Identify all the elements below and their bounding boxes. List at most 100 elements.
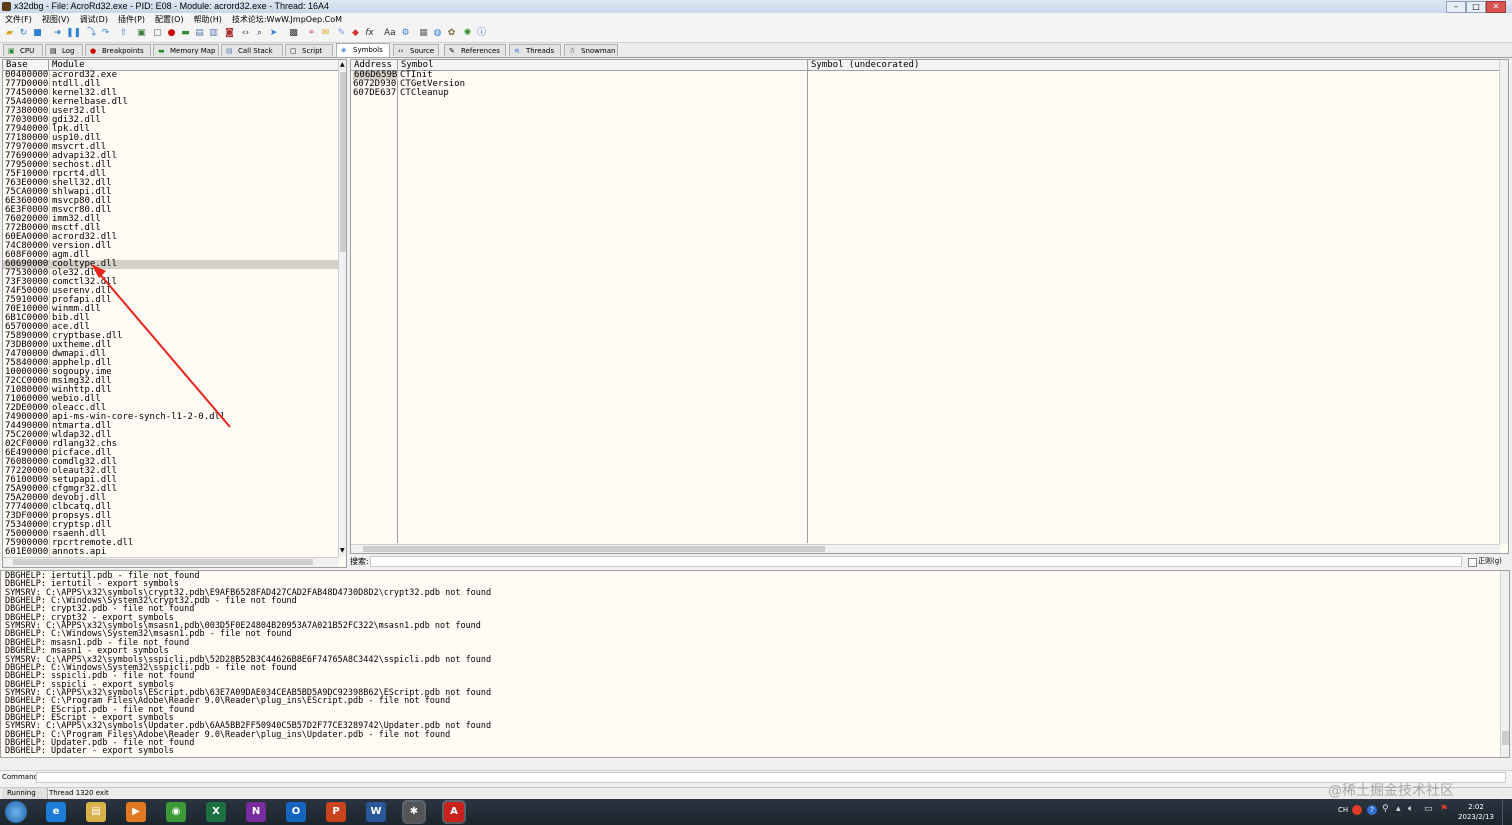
media-player-icon[interactable]: ▶	[126, 802, 146, 822]
comments-icon[interactable]: ✉	[320, 28, 331, 39]
step-over-icon[interactable]: ↷	[100, 28, 111, 39]
script-toolbar-icon[interactable]: ▢	[152, 28, 163, 39]
flag-tray-icon[interactable]: ⚑	[1440, 804, 1448, 814]
module-vertical-scrollbar[interactable]: ▲ ▼	[338, 60, 346, 557]
menu-options[interactable]: 配置(O)	[150, 13, 189, 26]
menu-debug[interactable]: 调试(D)	[75, 13, 113, 26]
seh-icon[interactable]: ▥	[208, 28, 219, 39]
source-toolbar-icon[interactable]: ‹›	[240, 28, 251, 39]
tab-memory-map[interactable]: ▬ Memory Map	[153, 44, 219, 56]
symbol-row[interactable]: 6072D930 CTGetVersion	[351, 80, 1499, 89]
functions-icon[interactable]: fx	[364, 28, 375, 39]
explorer-icon[interactable]: ▤	[86, 802, 106, 822]
log-scroll-thumb[interactable]	[1502, 731, 1509, 745]
tab-log[interactable]: ▤ Log	[45, 44, 83, 56]
symbol-vertical-scrollbar[interactable]	[1499, 60, 1508, 544]
calculator-icon[interactable]: ⚙	[400, 28, 411, 39]
log-vertical-scrollbar[interactable]	[1500, 571, 1509, 757]
start-button-icon[interactable]	[5, 801, 27, 823]
settings-icon[interactable]: ▦	[418, 28, 429, 39]
help-tray-icon[interactable]: ?	[1367, 805, 1377, 815]
command-input[interactable]	[36, 772, 1506, 783]
search-input[interactable]	[370, 556, 1462, 567]
memory-toolbar-icon[interactable]: ▬	[180, 28, 191, 39]
column-header-undecorated[interactable]: Symbol (undecorated)	[808, 60, 1500, 71]
close-button[interactable]: ✕	[1486, 1, 1506, 13]
module-hscroll-thumb[interactable]	[13, 559, 313, 565]
about-icon[interactable]: ⓘ	[476, 28, 487, 39]
link-icon[interactable]: ⚭	[306, 28, 317, 39]
bug-icon[interactable]: ✺	[462, 28, 473, 39]
tab-call-stack[interactable]: ▤ Call Stack	[221, 44, 283, 56]
tab-symbols[interactable]: ◈ Symbols	[336, 43, 390, 57]
onenote-icon[interactable]: N	[246, 802, 266, 822]
excel-icon[interactable]: X	[206, 802, 226, 822]
run-icon[interactable]: ➜	[52, 28, 63, 39]
menu-bar: 文件(F) 视图(V) 调试(D) 插件(P) 配置(O) 帮助(H) 技术论坛:WwW.J…	[0, 13, 1512, 27]
column-header-symbol[interactable]: Symbol	[398, 60, 808, 71]
strings-icon[interactable]: Aa	[384, 28, 396, 39]
regex-label: 正则(g)	[1478, 557, 1502, 565]
show-hidden-icons-icon[interactable]: ▴	[1396, 804, 1401, 814]
menu-forum-link[interactable]: 技术论坛:WwW.JmpOep.CoM	[227, 13, 347, 26]
patch-icon[interactable]: ▩	[288, 28, 299, 39]
execute-till-return-icon[interactable]: ⇧	[118, 28, 129, 39]
memory-icon: ▬	[158, 47, 165, 55]
symbol-horizontal-scrollbar[interactable]	[351, 544, 1500, 553]
tab-breakpoints[interactable]: ● Breakpoints	[85, 44, 151, 56]
powerpoint-icon[interactable]: P	[326, 802, 346, 822]
menu-file[interactable]: 文件(F)	[0, 13, 37, 26]
menu-plugins[interactable]: 插件(P)	[113, 13, 150, 26]
clock[interactable]: 2:02 2023/2/13	[1456, 802, 1496, 822]
debugger-state: Running	[2, 788, 48, 799]
tab-references[interactable]: ✎ References	[444, 44, 506, 56]
symbol-row[interactable]: 606D659B CTInit	[351, 71, 1499, 80]
outlook-icon[interactable]: O	[286, 802, 306, 822]
x32dbg-icon[interactable]: ✱	[404, 802, 424, 822]
show-desktop-button[interactable]	[1502, 799, 1512, 825]
bookmarks-icon[interactable]: ◆	[350, 28, 361, 39]
module-horizontal-scrollbar[interactable]	[3, 557, 339, 567]
module-row[interactable]: 601E0000 annots.api	[3, 548, 339, 557]
display-tray-icon[interactable]: ▭	[1424, 804, 1433, 814]
step-into-icon[interactable]: ⤵	[86, 28, 97, 39]
symbol-hscroll-thumb[interactable]	[363, 546, 825, 552]
module-scroll-thumb[interactable]	[340, 72, 346, 252]
chrome-icon[interactable]: ◉	[166, 802, 186, 822]
menu-view[interactable]: 视图(V)	[37, 13, 75, 26]
restart-icon[interactable]: ↻	[18, 28, 29, 39]
plugins-icon[interactable]: ◍	[432, 28, 443, 39]
regex-checkbox[interactable]	[1468, 558, 1477, 567]
minimize-button[interactable]: –	[1446, 1, 1466, 13]
menu-help[interactable]: 帮助(H)	[189, 13, 227, 26]
word-icon[interactable]: W	[366, 802, 386, 822]
pause-icon[interactable]: ❚❚	[66, 28, 81, 39]
tab-snowman[interactable]: ☃ Snowman	[564, 44, 618, 56]
trace-icon[interactable]: ▣	[136, 28, 147, 39]
donate-icon[interactable]: ✿	[446, 28, 457, 39]
x32dbg-logo-icon	[2, 2, 11, 11]
maximize-button[interactable]: □	[1466, 1, 1486, 13]
callstack-toolbar-icon[interactable]: ▤	[194, 28, 205, 39]
symbol-row[interactable]: 607DE637 CTCleanup	[351, 89, 1499, 98]
stop-icon[interactable]: ■	[32, 28, 43, 39]
acrobat-icon[interactable]: A	[444, 802, 464, 822]
tab-cpu[interactable]: ▣ CPU	[3, 44, 43, 56]
ime-tray-icon[interactable]	[1352, 805, 1362, 815]
ie-icon[interactable]: e	[46, 802, 66, 822]
labels-icon[interactable]: ✎	[336, 28, 347, 39]
find-icon[interactable]: ⌕	[254, 28, 265, 39]
open-icon[interactable]: ▰	[4, 28, 15, 39]
scroll-up-icon[interactable]: ▲	[340, 61, 345, 68]
scroll-down-icon[interactable]: ▼	[340, 547, 345, 554]
handles-icon[interactable]: ◙	[224, 28, 235, 39]
volume-icon[interactable]: 🔈︎	[1408, 804, 1413, 814]
network-tray-icon[interactable]: ⚲	[1382, 804, 1389, 814]
language-indicator[interactable]: CH	[1338, 806, 1348, 814]
snowman-icon: ☃	[569, 47, 576, 55]
goto-icon[interactable]: ➤	[268, 28, 279, 39]
tab-threads[interactable]: ≋ Threads	[509, 44, 561, 56]
tab-source[interactable]: ‹› Source	[393, 44, 439, 56]
tab-script[interactable]: ▢ Script	[285, 44, 333, 56]
breakpoint-toolbar-icon[interactable]: ●	[166, 28, 177, 39]
